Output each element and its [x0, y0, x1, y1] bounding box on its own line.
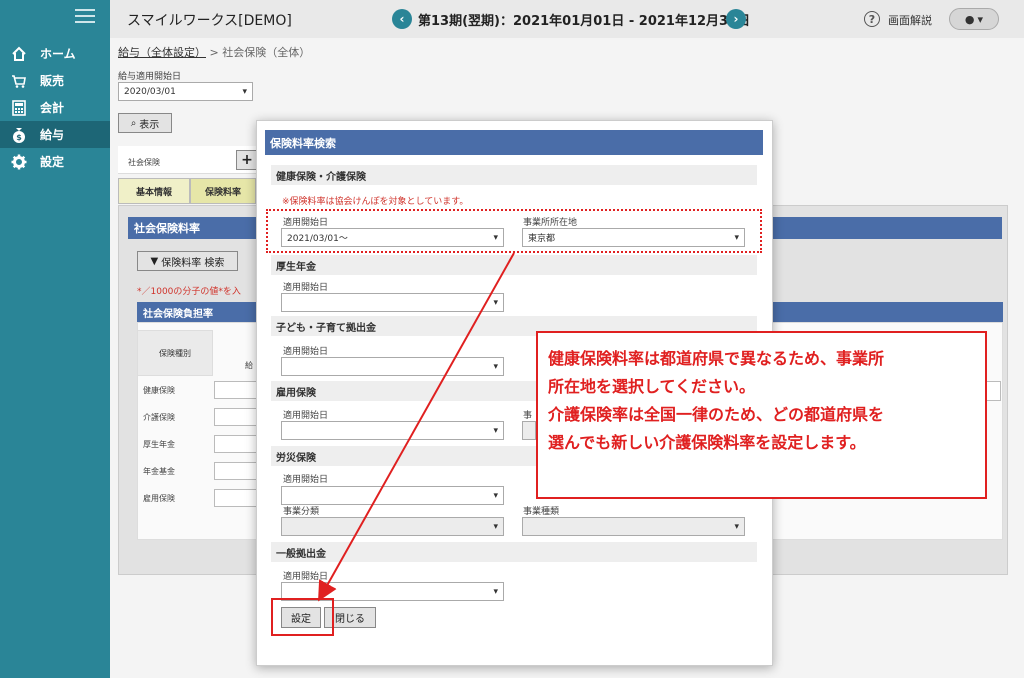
callout-line: 選んでも新しい介護保険料率を設定します。	[548, 433, 866, 452]
callout-line: 健康保険料率は都道府県で異なるため、事業所	[548, 349, 885, 368]
annotation-callout: 健康保険料率は都道府県で異なるため、事業所 所在地を選択してください。 介護保険…	[536, 331, 987, 499]
callout-line: 介護保険率は全国一律のため、どの都道府県を	[548, 405, 885, 424]
callout-line: 所在地を選択してください。	[548, 377, 756, 396]
